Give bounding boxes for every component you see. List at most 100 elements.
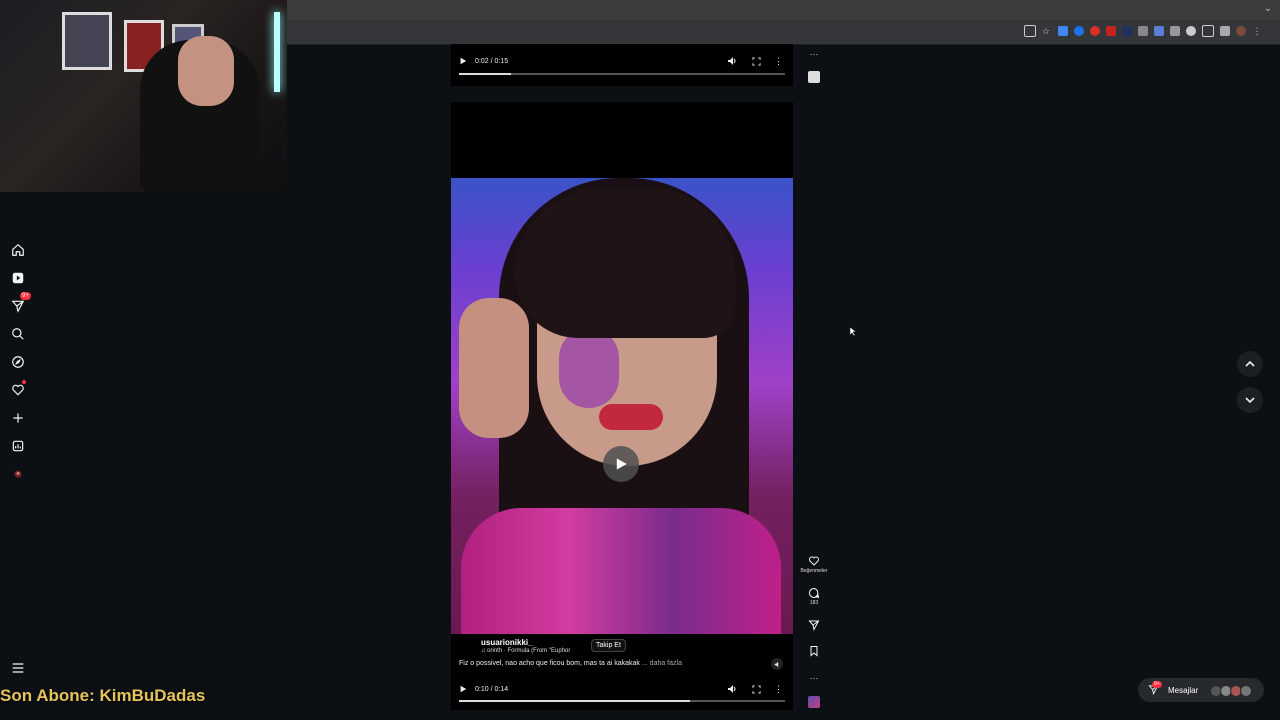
hamburger-menu-icon[interactable] (10, 660, 26, 676)
comments-count: 183 (809, 600, 819, 606)
more-options-label: ··· (809, 673, 819, 683)
extension-icon[interactable] (1138, 26, 1148, 36)
extension-icon[interactable] (1122, 26, 1132, 36)
browser-extension-icons: ☆ ⋮ (1024, 25, 1262, 37)
save-button[interactable] (806, 644, 822, 662)
sidebar-item-search[interactable] (8, 324, 28, 344)
play-icon[interactable] (459, 57, 467, 65)
more-link[interactable]: ... daha fazla (642, 660, 682, 667)
streamer-head (178, 36, 234, 106)
audio-thumbnail[interactable] (808, 71, 820, 83)
dashboard-icon (12, 440, 24, 452)
sidebar-item-create[interactable] (8, 408, 28, 428)
kebab-menu-icon[interactable]: ⋮ (1252, 26, 1262, 36)
sidebar-item-messages[interactable]: 9+ (8, 292, 31, 316)
more-options-label: ··· (809, 49, 819, 59)
star-icon[interactable]: ☆ (1042, 26, 1052, 36)
sidebar-item-explore[interactable] (8, 352, 28, 372)
video-content (461, 508, 781, 634)
reel-post: 0:02 / 0:15 ⋮ (451, 44, 793, 86)
likes-label: Beğenmeler (800, 568, 828, 574)
extension-icon[interactable] (1220, 26, 1230, 36)
more-options-button[interactable]: ··· (806, 44, 822, 62)
fullscreen-icon[interactable] (752, 56, 761, 66)
volume-icon[interactable] (727, 684, 737, 694)
profile-avatar-icon (14, 470, 22, 478)
webcam-overlay (0, 0, 287, 192)
video-player[interactable] (451, 178, 793, 634)
notification-dot (22, 380, 26, 384)
mouse-cursor-icon (850, 327, 856, 336)
extension-icon[interactable] (1186, 26, 1196, 36)
messages-label: Mesajlar (1168, 685, 1199, 695)
extension-icon[interactable] (1170, 26, 1180, 36)
sidebar-item-home[interactable] (8, 240, 28, 260)
profile-avatar-icon[interactable] (1236, 26, 1246, 36)
audio-thumbnail[interactable] (808, 696, 820, 708)
play-icon[interactable] (459, 685, 467, 693)
previous-reel-button[interactable] (1237, 351, 1263, 377)
music-info[interactable]: ♫ orinth · Formula (From "Euphor (481, 648, 570, 654)
next-reel-button[interactable] (1237, 387, 1263, 413)
reel-post: usuarionikki_ ♫ orinth · Formula (From "… (451, 102, 793, 710)
more-options-button[interactable]: ··· (806, 668, 822, 686)
volume-icon (774, 661, 778, 667)
extension-icon[interactable] (1154, 26, 1164, 36)
follow-button[interactable]: Takip Et (591, 639, 626, 652)
mute-button[interactable] (771, 658, 783, 670)
post-username[interactable]: usuarionikki_ (481, 638, 533, 647)
volume-icon[interactable] (727, 56, 737, 66)
send-icon (11, 300, 25, 313)
sidebar-item-notifications[interactable] (8, 380, 28, 400)
sidebar-item-dashboard[interactable] (8, 436, 28, 456)
chevron-down-icon[interactable]: ⌄ (1264, 3, 1272, 14)
wall-frame (62, 12, 112, 70)
video-progress-bar[interactable] (459, 700, 785, 702)
heart-icon (809, 556, 819, 566)
fullscreen-icon[interactable] (752, 684, 761, 694)
reels-icon (12, 272, 24, 284)
notification-badge: 9+ (20, 292, 31, 300)
compass-icon (12, 356, 24, 368)
heart-icon (12, 384, 24, 396)
video-time: 0:02 / 0:15 (475, 57, 509, 65)
video-progress-fill (459, 700, 691, 702)
video-content (599, 404, 663, 430)
video-content (559, 328, 619, 408)
kebab-menu-icon[interactable]: ⋮ (774, 684, 783, 695)
video-progress-fill (459, 73, 512, 75)
search-icon (12, 328, 24, 340)
comment-icon (808, 587, 820, 599)
message-avatars (1210, 685, 1252, 697)
extension-icon[interactable] (1058, 26, 1068, 36)
video-controls: 0:02 / 0:15 ⋮ (451, 48, 793, 74)
chevron-down-icon (1245, 397, 1255, 404)
video-time: 0:10 / 0:14 (475, 685, 509, 693)
video-progress-bar[interactable] (459, 73, 785, 75)
post-caption: Fiz o possivel, nao acho que ficou bom, … (459, 660, 682, 667)
puzzle-icon[interactable] (1202, 25, 1214, 37)
kebab-menu-icon[interactable]: ⋮ (774, 56, 783, 67)
play-button[interactable] (603, 446, 639, 482)
extension-icon[interactable] (1074, 26, 1084, 36)
sidebar-item-profile[interactable] (8, 464, 28, 484)
chevron-up-icon (1245, 360, 1255, 367)
send-icon (808, 620, 820, 631)
plus-icon (13, 413, 23, 423)
messages-button[interactable]: 9+ Mesajlar (1138, 678, 1264, 702)
play-icon (616, 458, 627, 470)
avatar (1240, 685, 1252, 697)
share-button[interactable] (806, 618, 822, 636)
extension-icon[interactable] (1106, 26, 1116, 36)
bookmark-icon (810, 646, 818, 657)
post-caption-area: usuarionikki_ ♫ orinth · Formula (From "… (451, 634, 793, 710)
extension-icon[interactable] (1090, 26, 1100, 36)
sidebar-item-reels[interactable] (8, 268, 28, 288)
messages-badge: 9+ (1152, 681, 1162, 688)
caption-text: Fiz o possivel, nao acho que ficou bom, … (459, 660, 640, 667)
install-icon[interactable] (1024, 25, 1036, 37)
video-content (515, 188, 735, 338)
music-title: orinth · Formula (From "Euphor (487, 648, 571, 654)
video-content (459, 298, 529, 438)
stream-subscriber-overlay: Son Abone: KimBuDadas (0, 686, 206, 705)
